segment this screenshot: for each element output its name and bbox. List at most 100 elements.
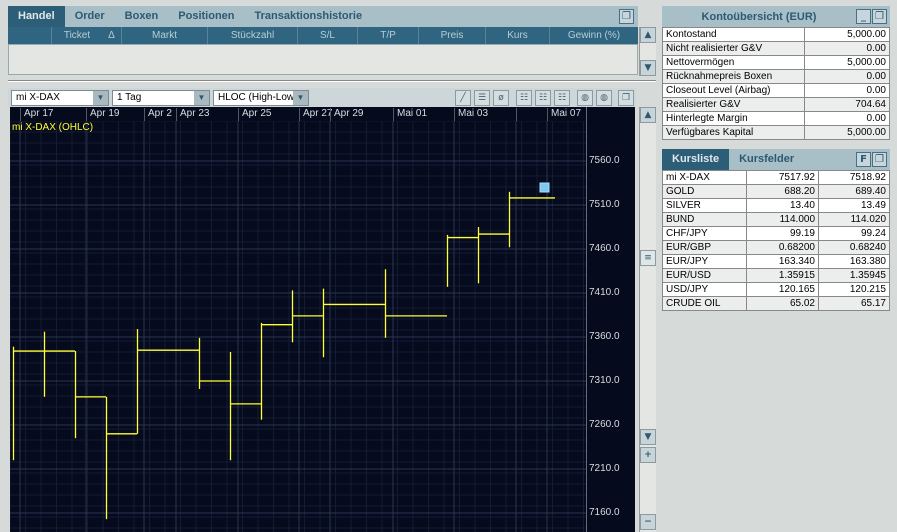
quote-bid[interactable]: 0.68200	[746, 240, 819, 255]
quote-row[interactable]: EUR/JPY 163.340 163.380	[662, 254, 890, 269]
date-label: Mai 03	[454, 108, 488, 121]
date-label: Mai 01	[393, 108, 427, 121]
tab-boxen[interactable]: Boxen	[115, 6, 169, 27]
restore-window-icon[interactable]: ❐	[619, 9, 634, 24]
quote-ask[interactable]: 120.215	[818, 282, 890, 297]
tab-handel[interactable]: Handel	[8, 6, 65, 27]
divider[interactable]	[8, 80, 656, 82]
grid-style-3-icon[interactable]: ☷	[554, 89, 570, 106]
zoom-out-icon[interactable]: ◍	[596, 89, 612, 106]
quote-ask[interactable]: 65.17	[818, 296, 890, 311]
quote-row[interactable]: mi X-DAX 7517.92 7518.92	[662, 170, 890, 185]
quote-bid[interactable]: 13.40	[746, 198, 819, 213]
sort-icon[interactable]: Δ	[102, 27, 122, 44]
account-value: 5,000.00	[804, 125, 890, 140]
horizontal-line-icon[interactable]: ☰	[474, 89, 490, 106]
account-label: Nicht realisierter G&V	[662, 41, 805, 56]
quote-bid[interactable]: 7517.92	[746, 170, 819, 185]
quote-name[interactable]: CRUDE OIL	[662, 296, 747, 311]
scroll-down-icon[interactable]: ▼	[640, 60, 656, 76]
scroll-down-icon[interactable]: ▼	[640, 429, 656, 445]
chart-scrollbar[interactable]: ▲ ≡ ▼ + −	[639, 107, 656, 532]
quote-bid[interactable]: 65.02	[746, 296, 819, 311]
minimize-icon[interactable]: _	[856, 9, 871, 24]
account-title: Kontoübersicht (EUR)	[701, 10, 817, 23]
chevron-down-icon[interactable]: ▼	[293, 90, 308, 105]
quote-bid[interactable]: 99.19	[746, 226, 819, 241]
quote-row[interactable]: GOLD 688.20 689.40	[662, 184, 890, 199]
col-preis[interactable]: Preis	[419, 27, 486, 44]
account-label: Kontostand	[662, 27, 805, 42]
chevron-down-icon[interactable]: ▼	[194, 90, 209, 105]
quote-bid[interactable]: 114.000	[746, 212, 819, 227]
trade-table-body	[8, 44, 638, 75]
quote-row[interactable]: CHF/JPY 99.19 99.24	[662, 226, 890, 241]
quote-row[interactable]: BUND 114.000 114.020	[662, 212, 890, 227]
price-chart[interactable]: mi X-DAX (OHLC) 7560.0 7510.0 7460.0 7410.0…	[10, 107, 635, 532]
quote-bid[interactable]: 1.35915	[746, 268, 819, 283]
account-row: Realisierter G&V 704.64	[662, 97, 890, 112]
quote-row[interactable]: EUR/USD 1.35915 1.35945	[662, 268, 890, 283]
restore-window-icon[interactable]: ❐	[872, 152, 887, 167]
restore-window-icon[interactable]: ❐	[872, 9, 887, 24]
quote-name[interactable]: EUR/JPY	[662, 254, 747, 269]
tab-transaktionshistorie[interactable]: Transaktionshistorie	[245, 6, 373, 27]
col-sl[interactable]: S/L	[298, 27, 358, 44]
quote-ask[interactable]: 0.68240	[818, 240, 890, 255]
scroll-up-icon[interactable]: ▲	[640, 27, 656, 43]
trade-scrollbar[interactable]: ▲ ▼	[639, 27, 656, 76]
quote-name[interactable]: mi X-DAX	[662, 170, 747, 185]
quote-ask[interactable]: 7518.92	[818, 170, 890, 185]
quote-name[interactable]: EUR/GBP	[662, 240, 747, 255]
quote-ask[interactable]: 689.40	[818, 184, 890, 199]
instrument-select[interactable]: mi X-DAX ▼	[11, 89, 109, 106]
quote-name[interactable]: USD/JPY	[662, 282, 747, 297]
line-tool-icon[interactable]: ╱	[455, 89, 471, 106]
grid-style-2-icon[interactable]: ☷	[535, 89, 551, 106]
zoom-plus-icon[interactable]: +	[640, 447, 656, 463]
zoom-in-icon[interactable]: ◍	[577, 89, 593, 106]
quote-bid[interactable]: 163.340	[746, 254, 819, 269]
quote-row[interactable]: EUR/GBP 0.68200 0.68240	[662, 240, 890, 255]
quote-name[interactable]: SILVER	[662, 198, 747, 213]
tab-kursliste[interactable]: Kursliste	[662, 149, 730, 170]
col-markt[interactable]: Markt	[122, 27, 208, 44]
quote-ask[interactable]: 1.35945	[818, 268, 890, 283]
quote-row[interactable]: USD/JPY 120.165 120.215	[662, 282, 890, 297]
tab-kursfelder[interactable]: Kursfelder	[729, 149, 804, 170]
chart-plot[interactable]	[10, 107, 635, 532]
quote-ask[interactable]: 114.020	[818, 212, 890, 227]
restore-window-icon[interactable]: ❐	[618, 89, 634, 106]
date-label: Apr 29	[330, 108, 363, 121]
quote-name[interactable]: CHF/JPY	[662, 226, 747, 241]
col-kurs[interactable]: Kurs	[486, 27, 550, 44]
date-axis: Apr 17 Apr 19 Apr 2 Apr 23 Apr 25 Apr 27 Apr 2…	[10, 107, 586, 121]
quote-name[interactable]: EUR/USD	[662, 268, 747, 283]
no-draw-icon[interactable]: ø	[493, 89, 509, 106]
col-select[interactable]	[8, 27, 52, 44]
col-stueckzahl[interactable]: Stückzahl	[208, 27, 298, 44]
quote-bid[interactable]: 688.20	[746, 184, 819, 199]
quote-name[interactable]: BUND	[662, 212, 747, 227]
col-tp[interactable]: T/P	[358, 27, 419, 44]
interval-select[interactable]: 1 Tag ▼	[112, 89, 210, 106]
tab-order[interactable]: Order	[65, 6, 115, 27]
chevron-down-icon[interactable]: ▼	[93, 90, 108, 105]
quote-name[interactable]: GOLD	[662, 184, 747, 199]
quote-row[interactable]: CRUDE OIL 65.02 65.17	[662, 296, 890, 311]
zoom-minus-icon[interactable]: −	[640, 514, 656, 530]
grid-style-1-icon[interactable]: ☷	[516, 89, 532, 106]
quote-ask[interactable]: 13.49	[818, 198, 890, 213]
chart-type-select[interactable]: HLOC (High-Low ▼	[213, 89, 309, 106]
scroll-thumb[interactable]: ≡	[640, 250, 656, 266]
f-button[interactable]: F	[856, 152, 871, 167]
quote-row[interactable]: SILVER 13.40 13.49	[662, 198, 890, 213]
quote-ask[interactable]: 163.380	[818, 254, 890, 269]
quote-ask[interactable]: 99.24	[818, 226, 890, 241]
tab-positionen[interactable]: Positionen	[168, 6, 244, 27]
col-gewinn[interactable]: Gewinn (%)	[550, 27, 638, 44]
col-ticket[interactable]: Ticket	[52, 27, 102, 44]
chart-type-value: HLOC (High-Low	[218, 91, 293, 103]
quote-bid[interactable]: 120.165	[746, 282, 819, 297]
scroll-up-icon[interactable]: ▲	[640, 107, 656, 123]
